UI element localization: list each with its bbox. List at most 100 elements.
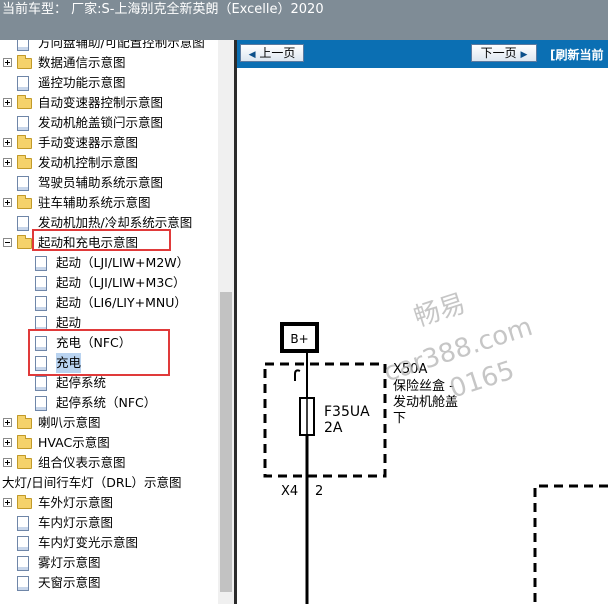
- folder-icon: [17, 95, 32, 109]
- tree-item-label: 起动（LJI/LIW+M3C）: [56, 275, 186, 290]
- document-icon: [35, 376, 47, 391]
- document-icon: [35, 276, 47, 291]
- folder-icon: [17, 235, 32, 249]
- folder-icon: [17, 195, 32, 209]
- folder-icon: [17, 435, 32, 449]
- left-arrow-icon: ◀: [248, 50, 256, 60]
- tree-item-label: 自动变速器控制示意图: [38, 95, 164, 110]
- tree-item[interactable]: 天窗示意图: [0, 573, 218, 593]
- folder-icon: [17, 415, 32, 429]
- expand-icon[interactable]: [3, 98, 12, 107]
- tree-item-label: 起动（LI6/LIY+MNU）: [56, 295, 187, 310]
- expand-icon[interactable]: [3, 458, 12, 467]
- tree-item[interactable]: 车内灯变光示意图: [0, 533, 218, 553]
- expand-icon[interactable]: [3, 138, 12, 147]
- fuse-feed-hook: [294, 369, 301, 381]
- tree-item[interactable]: 发动机舱盖锁闩示意图: [0, 113, 218, 133]
- expand-icon[interactable]: [3, 498, 12, 507]
- tree-item[interactable]: 组合仪表示意图: [0, 453, 218, 473]
- tree-item[interactable]: HVAC示意图: [0, 433, 218, 453]
- power-label: B+: [290, 332, 308, 346]
- module-outline: [533, 484, 608, 604]
- document-icon: [17, 216, 29, 231]
- folder-icon: [17, 55, 32, 69]
- fuse-box-label-2: 发动机舱盖: [393, 394, 458, 410]
- fuse-name: F35UA: [324, 404, 370, 420]
- tree-item-label: 车内灯变光示意图: [38, 535, 139, 550]
- document-icon: [17, 516, 29, 531]
- document-icon: [35, 256, 47, 271]
- collapse-icon[interactable]: [3, 238, 12, 247]
- next-page-button[interactable]: 下一页 ▶: [471, 44, 537, 62]
- tree-item[interactable]: 起停系统: [0, 373, 218, 393]
- tree-item-label: 发动机舱盖锁闩示意图: [38, 115, 164, 130]
- document-icon: [17, 556, 29, 571]
- tree-item[interactable]: 驾驶员辅助系统示意图: [0, 173, 218, 193]
- title-bar: 当前车型： 厂家:S-上海别克全新英朗（Excelle）2020: [0, 0, 608, 40]
- tree-item[interactable]: 起动（LI6/LIY+MNU）: [0, 293, 218, 313]
- tree-item[interactable]: 驻车辅助系统示意图: [0, 193, 218, 213]
- tree-item-label: 喇叭示意图: [38, 415, 101, 430]
- tree-item-label: 起停系统: [56, 375, 107, 390]
- tree-item-label: 数据通信示意图: [38, 55, 126, 70]
- tree-item-label: 雾灯示意图: [38, 555, 101, 570]
- expand-icon[interactable]: [3, 58, 12, 67]
- document-icon: [17, 116, 29, 131]
- tree-item[interactable]: 雾灯示意图: [0, 553, 218, 573]
- pin-number: 2: [315, 484, 323, 499]
- document-icon: [17, 576, 29, 591]
- prev-page-button[interactable]: ◀ 上一页: [240, 44, 304, 62]
- tree-item-label: 发动机控制示意图: [38, 155, 139, 170]
- tree-item[interactable]: 发动机控制示意图: [0, 153, 218, 173]
- document-icon: [17, 40, 29, 51]
- tree-item-label: 遥控功能示意图: [38, 75, 126, 90]
- tree-item-label: 大灯/日间行车灯（DRL）示意图: [2, 475, 182, 490]
- tree-item-label: HVAC示意图: [38, 435, 110, 450]
- tree-item[interactable]: 起动（LJI/LIW+M2W）: [0, 253, 218, 273]
- tree-scrollbar[interactable]: [218, 40, 234, 604]
- tree-item[interactable]: 遥控功能示意图: [0, 73, 218, 93]
- tree-item-label: 起动（LJI/LIW+M2W）: [56, 255, 190, 270]
- tree-item-label: 手动变速器示意图: [38, 135, 139, 150]
- tree-item-label: 驾驶员辅助系统示意图: [38, 175, 164, 190]
- tree-item[interactable]: 起动（LJI/LIW+M3C）: [0, 273, 218, 293]
- next-page-label: 下一页: [480, 46, 517, 60]
- folder-icon: [17, 135, 32, 149]
- document-icon: [17, 536, 29, 551]
- folder-icon: [17, 495, 32, 509]
- prev-page-label: 上一页: [259, 46, 296, 60]
- folder-icon: [17, 155, 32, 169]
- document-icon: [35, 296, 47, 311]
- fuse-box-label-3: 下: [393, 411, 406, 426]
- tree-item[interactable]: 方向盘辅助/可配置控制示意图: [0, 40, 218, 53]
- expand-icon[interactable]: [3, 438, 12, 447]
- highlight-box-section: [32, 229, 171, 251]
- expand-icon[interactable]: [3, 198, 12, 207]
- tree-item[interactable]: 起停系统（NFC）: [0, 393, 218, 413]
- expand-icon[interactable]: [3, 418, 12, 427]
- diagram-tree[interactable]: 方向盘辅助/可配置控制示意图数据通信示意图 遥控功能示意图自动变速器控制示意图 发动…: [0, 40, 218, 604]
- diagram-viewer: ◀ 上一页 下一页 ▶ [刷新当前 B+ F35UA 2A X50A 保险丝盒 …: [237, 40, 608, 604]
- tree-item-label: 驻车辅助系统示意图: [38, 195, 151, 210]
- tree-item-label: 方向盘辅助/可配置控制示意图: [38, 40, 205, 50]
- viewer-toolbar: ◀ 上一页 下一页 ▶ [刷新当前: [237, 40, 608, 68]
- connector-ref: X4: [281, 484, 298, 499]
- folder-icon: [17, 455, 32, 469]
- expand-icon[interactable]: [3, 158, 12, 167]
- document-icon: [35, 396, 47, 411]
- tree-item[interactable]: 车外灯示意图: [0, 493, 218, 513]
- document-icon: [17, 76, 29, 91]
- tree-item[interactable]: 数据通信示意图: [0, 53, 218, 73]
- tree-scrollbar-thumb[interactable]: [220, 292, 232, 592]
- refresh-link[interactable]: [刷新当前: [550, 46, 604, 63]
- wiring-diagram: B+ F35UA 2A X50A 保险丝盒 - 发动机舱盖 下 X4 2: [263, 322, 608, 604]
- tree-item[interactable]: 大灯/日间行车灯（DRL）示意图: [0, 473, 218, 493]
- tree-item[interactable]: 手动变速器示意图: [0, 133, 218, 153]
- highlight-box-charging: [28, 329, 170, 376]
- right-arrow-icon: ▶: [520, 50, 528, 60]
- tree-item[interactable]: 车内灯示意图: [0, 513, 218, 533]
- tree-item-label: 组合仪表示意图: [38, 455, 126, 470]
- tree-item[interactable]: 喇叭示意图: [0, 413, 218, 433]
- title-bar-text: 当前车型： 厂家:S-上海别克全新英朗（Excelle）2020: [2, 2, 324, 17]
- tree-item[interactable]: 自动变速器控制示意图: [0, 93, 218, 113]
